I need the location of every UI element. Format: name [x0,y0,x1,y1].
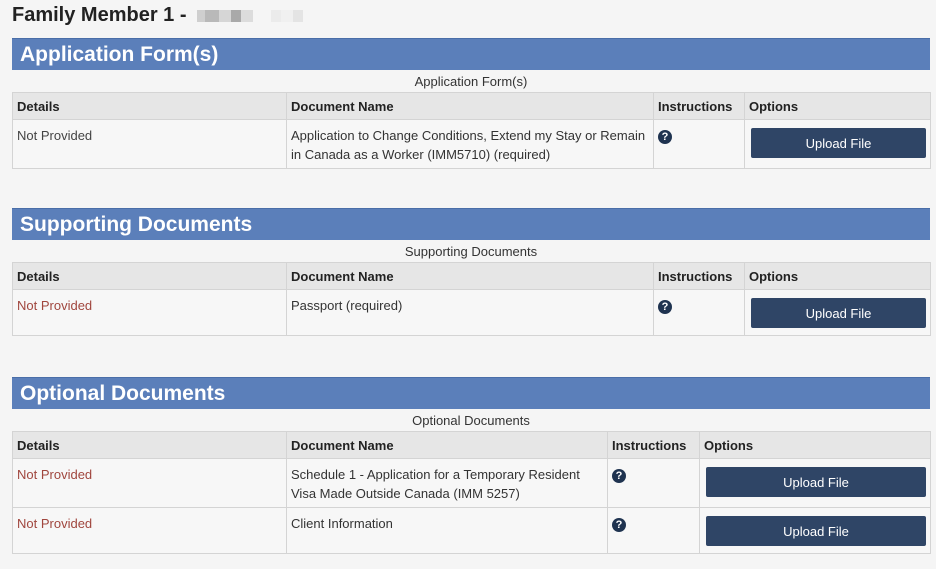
options-cell: Upload File [699,458,931,508]
upload-file-button[interactable]: Upload File [706,516,926,546]
column-header-options: Options [744,92,931,120]
details-cell: Not Provided [12,119,287,169]
column-header-instructions: Instructions [653,92,745,120]
table-header-row: Details Document Name Instructions Optio… [12,431,931,459]
application-forms-section: Application Form(s) Application Form(s) … [12,38,931,169]
column-header-details: Details [12,431,287,459]
column-header-instructions: Instructions [653,262,745,290]
documents-table: Details Document Name Instructions Optio… [12,431,931,554]
question-circle-icon[interactable]: ? [658,300,672,314]
column-header-document-name: Document Name [286,92,654,120]
documents-table: Details Document Name Instructions Optio… [12,92,931,169]
page-title: Family Member 1 - [12,4,303,27]
supporting-documents-section: Supporting Documents Supporting Document… [12,208,931,336]
section-header: Supporting Documents [12,208,930,240]
column-header-details: Details [12,92,287,120]
table-row: Not Provided Passport (required) ? Uploa… [12,289,931,336]
page-title-text: Family Member 1 - [12,4,187,26]
document-name-cell: Client Information [286,507,608,554]
instructions-cell: ? [653,289,745,336]
options-cell: Upload File [744,289,931,336]
table-caption: Optional Documents [412,413,530,428]
redacted-name [196,9,303,22]
table-caption: Supporting Documents [404,244,538,259]
upload-file-button[interactable]: Upload File [706,467,926,497]
column-header-instructions: Instructions [607,431,700,459]
document-name-cell: Application to Change Conditions, Extend… [286,119,654,169]
instructions-cell: ? [653,119,745,169]
column-header-options: Options [699,431,931,459]
upload-file-button[interactable]: Upload File [751,298,926,328]
options-cell: Upload File [699,507,931,554]
table-header-row: Details Document Name Instructions Optio… [12,92,931,120]
details-cell: Not Provided [12,289,287,336]
column-header-document-name: Document Name [286,262,654,290]
table-row: Not Provided Client Information ? Upload… [12,507,931,554]
section-header: Application Form(s) [12,38,930,70]
details-cell: Not Provided [12,507,287,554]
table-row: Not Provided Schedule 1 - Application fo… [12,458,931,508]
instructions-cell: ? [607,507,700,554]
question-circle-icon[interactable]: ? [658,130,672,144]
column-header-details: Details [12,262,287,290]
section-header: Optional Documents [12,377,930,409]
document-name-cell: Schedule 1 - Application for a Temporary… [286,458,608,508]
table-header-row: Details Document Name Instructions Optio… [12,262,931,290]
options-cell: Upload File [744,119,931,169]
table-caption: Application Form(s) [414,74,528,89]
document-name-cell: Passport (required) [286,289,654,336]
details-cell: Not Provided [12,458,287,508]
column-header-document-name: Document Name [286,431,608,459]
documents-table: Details Document Name Instructions Optio… [12,262,931,336]
question-circle-icon[interactable]: ? [612,469,626,483]
column-header-options: Options [744,262,931,290]
optional-documents-section: Optional Documents Optional Documents De… [12,377,931,554]
table-row: Not Provided Application to Change Condi… [12,119,931,169]
upload-file-button[interactable]: Upload File [751,128,926,158]
instructions-cell: ? [607,458,700,508]
question-circle-icon[interactable]: ? [612,518,626,532]
